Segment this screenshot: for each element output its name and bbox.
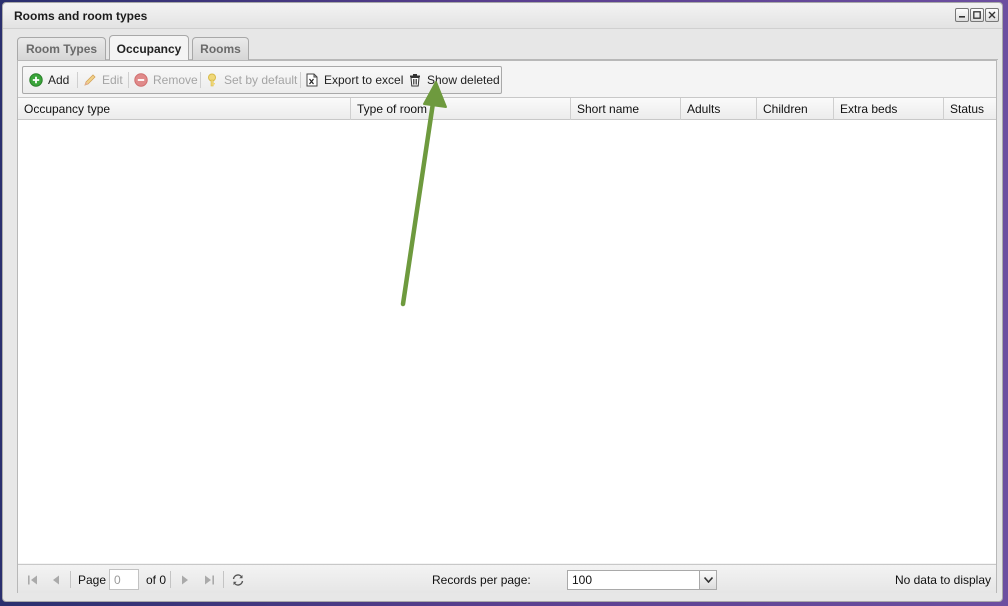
first-page-button[interactable] xyxy=(25,572,41,588)
tab-room-types[interactable]: Room Types xyxy=(17,37,106,60)
column-header-short-name[interactable]: Short name xyxy=(571,98,681,120)
refresh-icon xyxy=(232,574,244,586)
pencil-icon xyxy=(84,74,96,86)
show-deleted-label: Show deleted xyxy=(427,73,500,87)
column-header-type-of-room[interactable]: Type of room xyxy=(351,98,571,120)
window-title: Rooms and room types xyxy=(14,9,148,23)
last-page-icon xyxy=(205,575,214,585)
add-icon xyxy=(29,73,43,87)
set-default-button[interactable]: Set by default xyxy=(205,67,297,93)
remove-label: Remove xyxy=(153,73,198,87)
remove-icon xyxy=(134,73,148,87)
column-header-occupancy-type[interactable]: Occupancy type xyxy=(18,98,351,120)
grid-body xyxy=(18,120,996,563)
key-icon xyxy=(208,73,216,87)
close-icon xyxy=(988,11,996,19)
trash-icon xyxy=(410,74,420,87)
last-page-button[interactable] xyxy=(201,572,217,588)
column-header-status[interactable]: Status xyxy=(944,98,996,120)
page-count-label: of 0 xyxy=(146,573,167,587)
pager-separator xyxy=(170,571,171,588)
rooms-window: Rooms and room types Room Types Occupanc… xyxy=(2,2,1003,602)
export-excel-button[interactable]: Export to excel xyxy=(305,67,403,93)
maximize-icon xyxy=(973,11,981,19)
page-label: Page xyxy=(78,573,107,587)
excel-icon xyxy=(306,73,318,87)
add-label: Add xyxy=(48,73,70,87)
toolbar-separator xyxy=(77,72,78,88)
chevron-down-icon xyxy=(703,577,713,583)
close-button[interactable] xyxy=(985,8,999,22)
add-button[interactable]: Add xyxy=(29,67,69,93)
tab-occupancy[interactable]: Occupancy xyxy=(109,35,189,61)
maximize-button[interactable] xyxy=(970,8,984,22)
next-page-icon xyxy=(182,575,188,585)
pager-separator xyxy=(223,571,224,588)
edit-label: Edit xyxy=(102,73,123,87)
set-default-label: Set by default xyxy=(224,73,298,87)
pager-status: No data to display xyxy=(894,573,991,587)
records-per-page-label: Records per page: xyxy=(432,573,531,587)
toolbar-separator xyxy=(200,72,201,88)
remove-button[interactable]: Remove xyxy=(134,67,198,93)
grid-header: Occupancy type Type of room Short name A… xyxy=(18,97,996,120)
window-controls xyxy=(955,8,999,22)
occupancy-panel: Add Edit Remove Set by default Export to… xyxy=(17,60,997,593)
minimize-icon xyxy=(959,16,965,18)
column-header-children[interactable]: Children xyxy=(757,98,834,120)
previous-page-button[interactable] xyxy=(48,572,64,588)
paging-toolbar: Page of 0 Records per page: 1 xyxy=(18,564,996,593)
first-page-icon xyxy=(28,575,37,585)
previous-page-icon xyxy=(53,575,59,585)
column-header-extra-beds[interactable]: Extra beds xyxy=(834,98,944,120)
show-deleted-button[interactable]: Show deleted xyxy=(408,67,500,93)
pager-separator xyxy=(70,571,71,588)
column-header-adults[interactable]: Adults xyxy=(681,98,757,120)
tab-rooms[interactable]: Rooms xyxy=(192,37,249,60)
edit-button[interactable]: Edit xyxy=(83,67,123,93)
page-number-input[interactable] xyxy=(109,569,139,590)
toolbar-separator xyxy=(128,72,129,88)
toolbar: Add Edit Remove Set by default Export to… xyxy=(22,66,502,94)
records-per-page-value: 100 xyxy=(572,573,593,587)
records-per-page-trigger[interactable] xyxy=(699,571,716,589)
export-label: Export to excel xyxy=(324,73,404,87)
tab-strip: Room Types Occupancy Rooms xyxy=(17,34,998,61)
toolbar-separator xyxy=(300,72,301,88)
window-titlebar[interactable]: Rooms and room types xyxy=(3,3,1002,29)
minimize-button[interactable] xyxy=(955,8,969,22)
records-per-page-select[interactable]: 100 xyxy=(567,570,717,590)
refresh-button[interactable] xyxy=(230,572,246,588)
next-page-button[interactable] xyxy=(177,572,193,588)
